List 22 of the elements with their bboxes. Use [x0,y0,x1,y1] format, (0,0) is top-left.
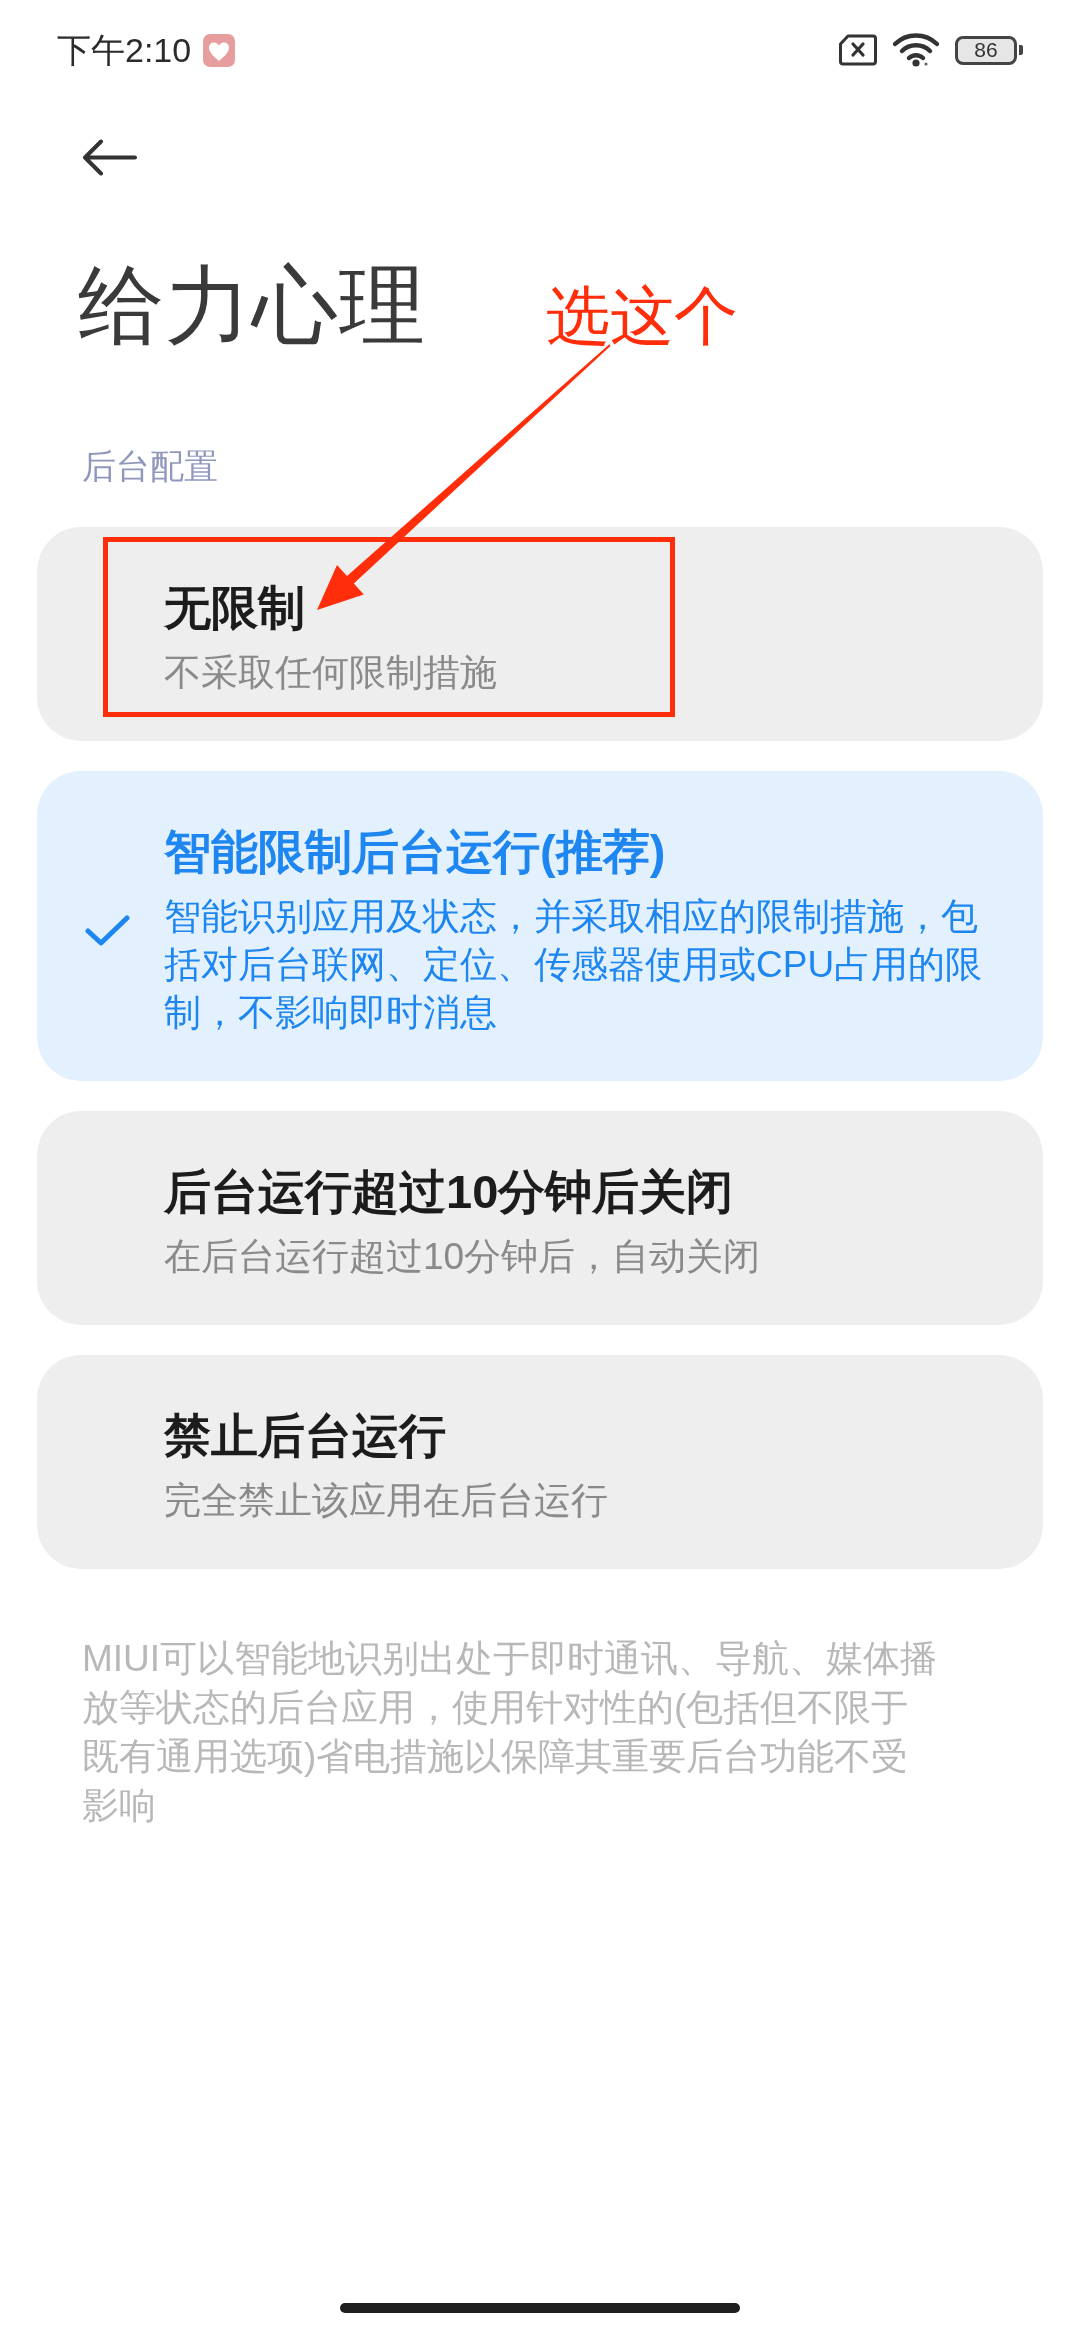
section-label: 后台配置 [82,446,218,487]
option-title: 后台运行超过10分钟后关闭 [164,1164,735,1220]
option-description: 完全禁止该应用在后台运行 [164,1479,609,1523]
footnote-text: MIUI可以智能地识别出处于即时通讯、导航、媒体播放等状态的后台应用，使用针对性的(包括但不限于既有通用选项)省电措施以保障其重要后台功能不受影响 [82,1637,939,1828]
option-title: 智能限制后台运行(推荐) [164,824,667,880]
option-card[interactable]: 禁止后台运行 完全禁止该应用在后台运行 [37,1355,1043,1569]
check-icon [85,913,130,947]
sim-card-x-icon [839,34,877,66]
option-card[interactable]: 无限制 不采取任何限制措施 [37,527,1043,741]
option-description: 不采取任何限制措施 [164,651,498,695]
heart-app-icon [203,33,236,67]
wifi-icon [893,33,939,67]
option-title: 禁止后台运行 [164,1408,447,1464]
option-description: 在后台运行超过10分钟后，自动关闭 [164,1235,762,1279]
option-description: 智能识别应用及状态，并采取相应的限制措施，包括对后台联网、定位、传感器使用或CPU占用的限制，不影响即时消息 [164,895,984,1035]
option-title: 无限制 [164,580,306,636]
status-time: 下午2:10 [57,30,192,70]
back-arrow-icon[interactable] [82,139,137,176]
option-card[interactable]: 后台运行超过10分钟后关闭 在后台运行超过10分钟后，自动关闭 [37,1111,1043,1325]
battery-indicator: 86 [955,35,1023,65]
page-title: 给力心理 [78,256,426,355]
annotation-label: 选这个 [546,280,738,352]
